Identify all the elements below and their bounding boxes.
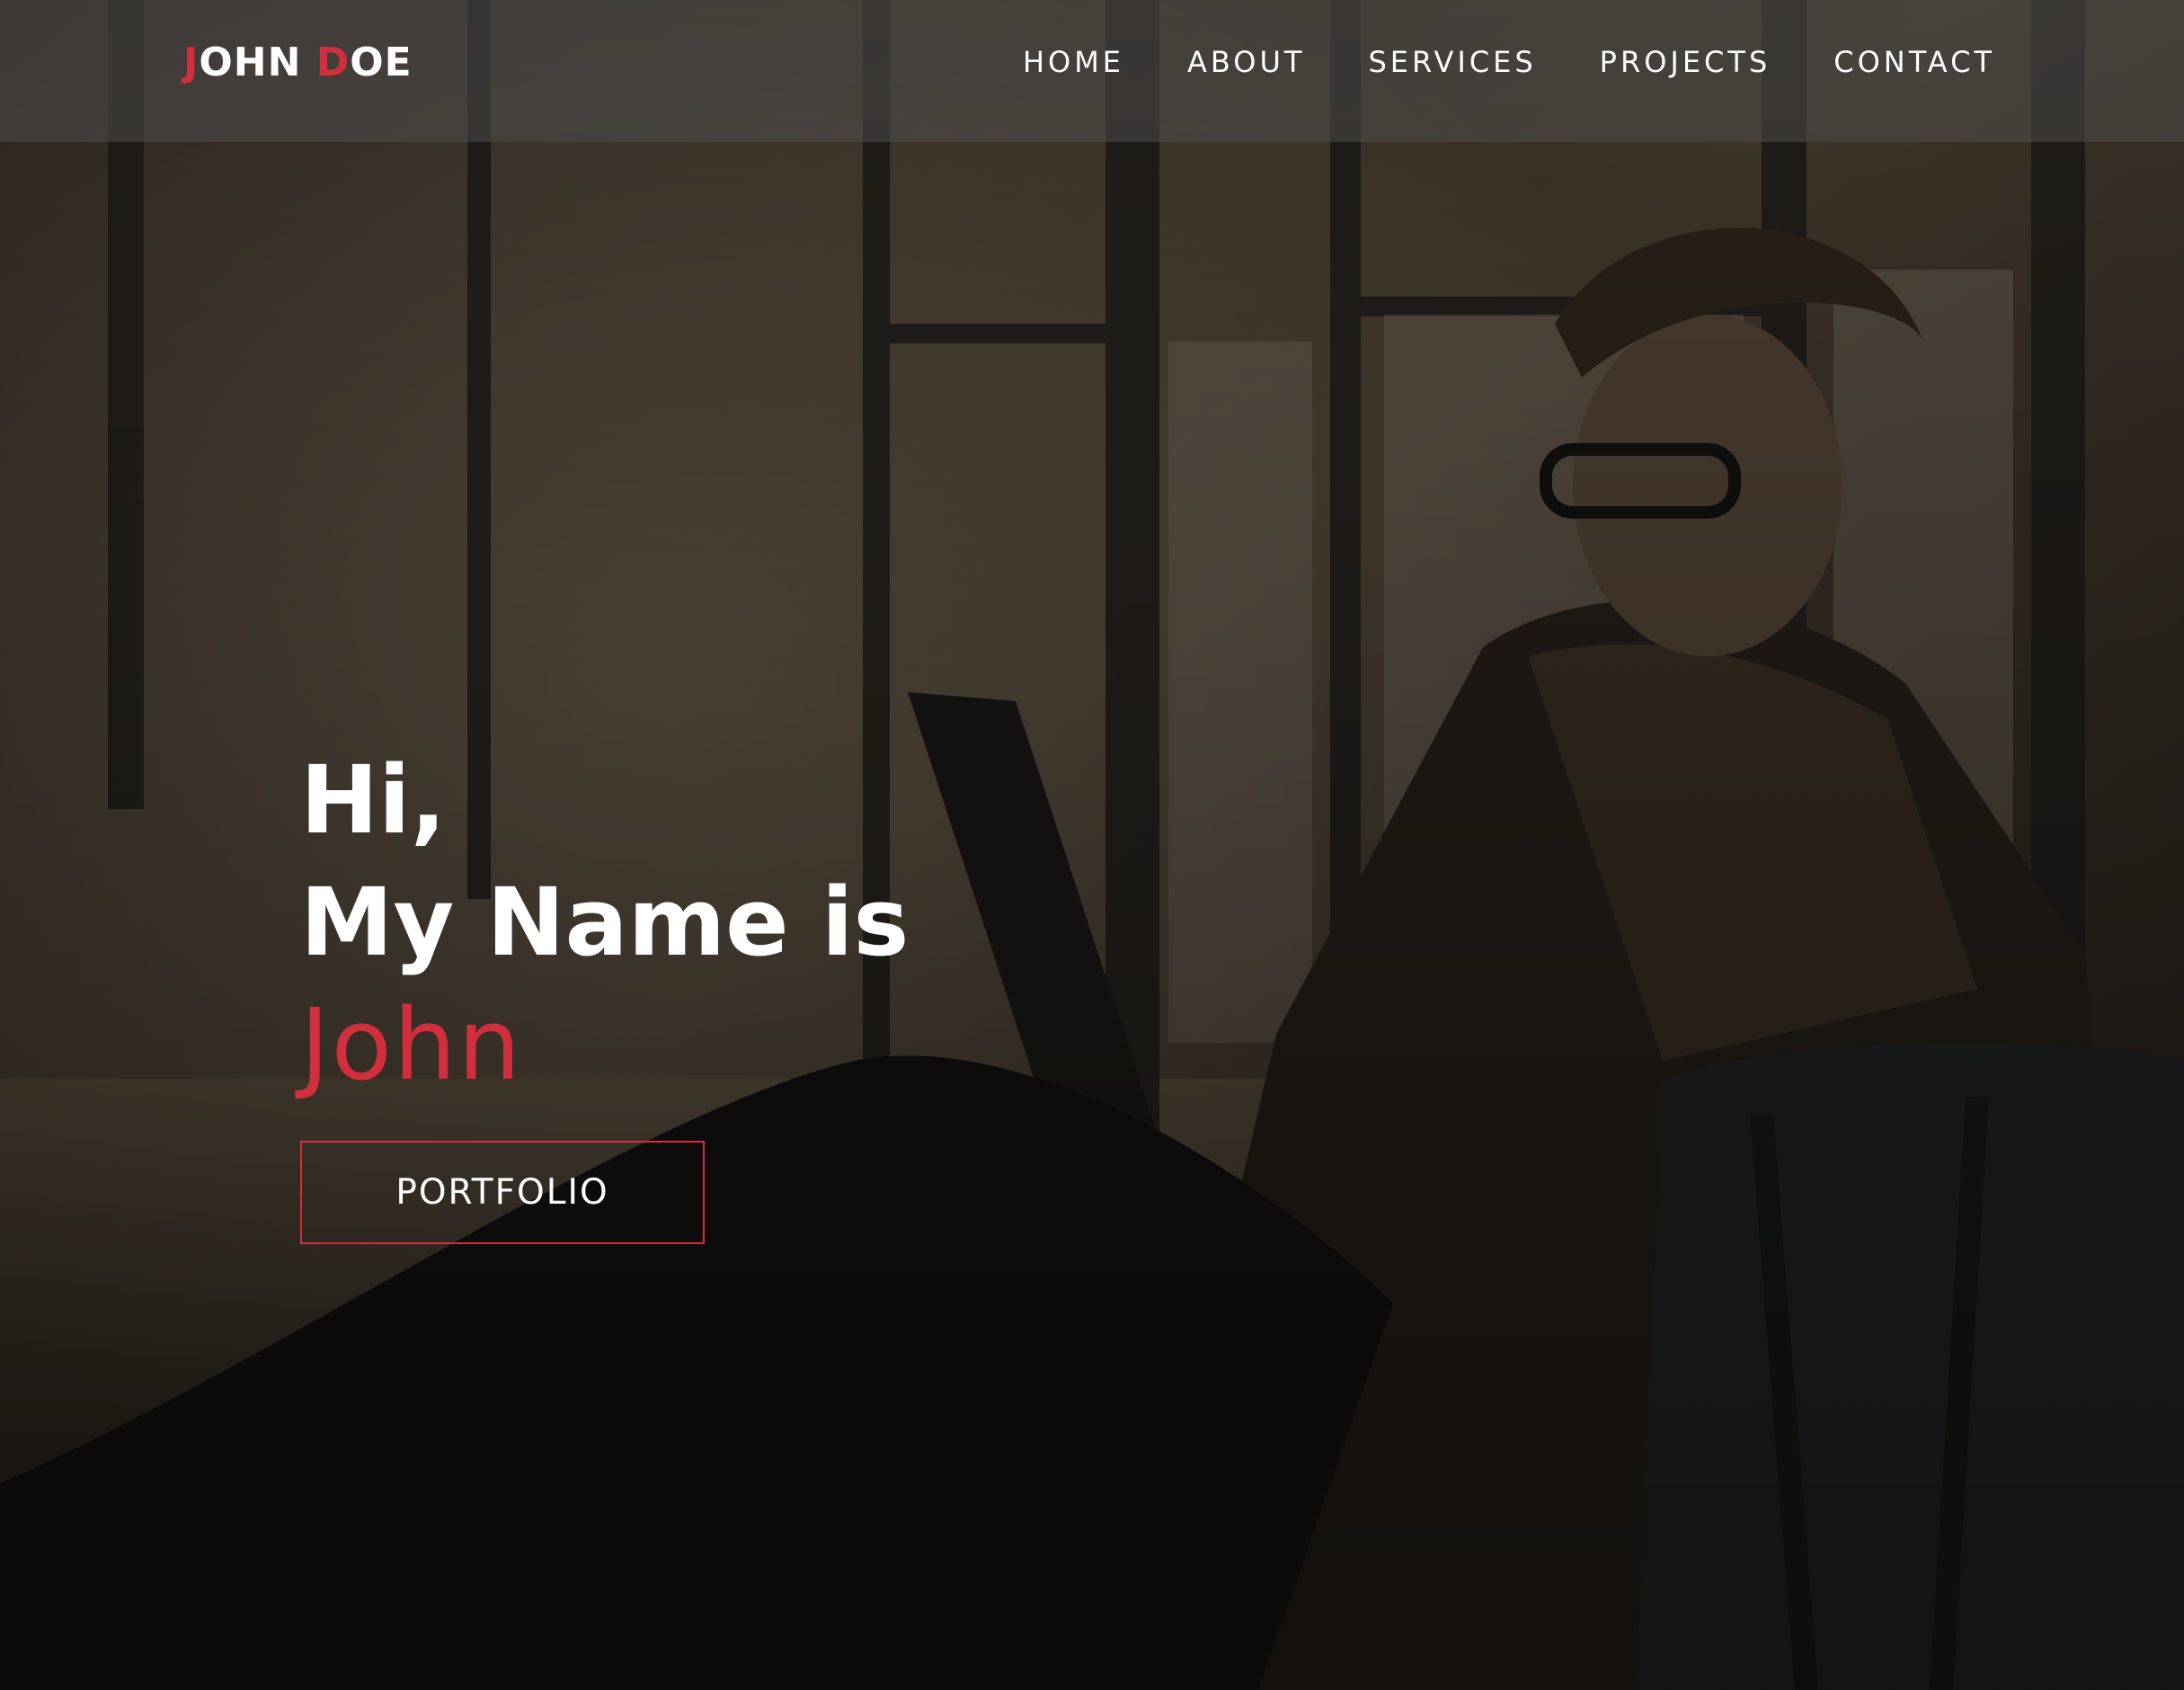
hero-section: JOHN DOE HOME ABOUT SERVICES PROJECTS CO… xyxy=(0,0,2184,1690)
top-navbar: JOHN DOE HOME ABOUT SERVICES PROJECTS CO… xyxy=(0,0,2184,142)
nav-link-projects[interactable]: PROJECTS xyxy=(1600,45,1771,79)
site-logo[interactable]: JOHN DOE xyxy=(183,38,413,88)
hero-name: John xyxy=(300,987,523,1102)
nav-link-services[interactable]: SERVICES xyxy=(1368,45,1536,79)
main-navigation: HOME ABOUT SERVICES PROJECTS CONTACT xyxy=(960,41,1995,83)
nav-link-about[interactable]: ABOUT xyxy=(1187,45,1305,79)
logo-last-initial: D xyxy=(315,40,351,85)
logo-first-rest: OHN xyxy=(199,40,316,85)
logo-first-initial: J xyxy=(183,40,200,85)
hero-greeting: Hi, xyxy=(300,745,447,855)
portfolio-button[interactable]: PORTFOLIO xyxy=(300,1141,705,1244)
nav-link-home[interactable]: HOME xyxy=(1023,45,1124,79)
nav-link-contact[interactable]: CONTACT xyxy=(1833,45,1995,79)
logo-last-rest: OE xyxy=(350,40,413,85)
hero-headline: Hi, My Name is John xyxy=(300,739,909,1106)
hero-intro: My Name is xyxy=(300,867,910,977)
